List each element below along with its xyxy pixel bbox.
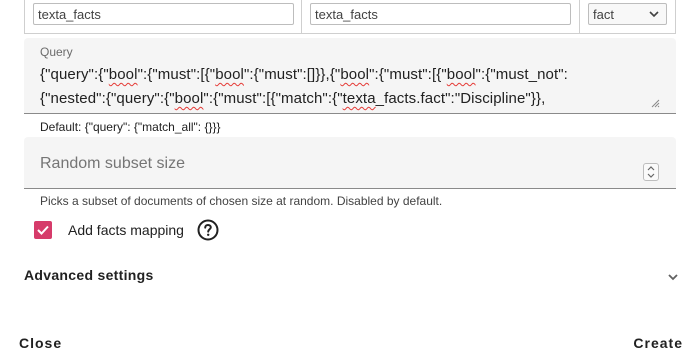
query-text[interactable]: {"query":{"bool":{"must":[{"bool":{"must… xyxy=(40,63,660,111)
spellcheck-word: texta xyxy=(342,90,376,107)
advanced-settings-title: Advanced settings xyxy=(24,267,154,283)
fact-type-select[interactable]: fact xyxy=(588,3,667,25)
query-default-hint: Default: {"query": {"match_all": {}}} xyxy=(40,120,221,134)
query-segment: _facts.fact":"Discipline"}}, xyxy=(375,90,546,107)
chevron-down-icon xyxy=(668,274,678,281)
facts-fields-row: fact xyxy=(24,0,676,34)
query-segment: ":{"must":[{" xyxy=(137,66,216,83)
spellcheck-word: bool xyxy=(215,66,244,83)
query-segment: ":{"must_not": xyxy=(475,66,568,83)
add-facts-mapping-checkbox[interactable] xyxy=(34,221,52,239)
spellcheck-word: bool xyxy=(108,66,138,83)
fact-field-input-1[interactable] xyxy=(33,3,294,25)
query-label: Query xyxy=(40,45,73,59)
resize-handle-icon[interactable] xyxy=(650,98,660,108)
fact-field-cell-1 xyxy=(25,0,302,33)
random-subset-hint: Picks a subset of documents of chosen si… xyxy=(40,194,443,208)
query-segment: ":{"must":[{"match":{" xyxy=(203,90,343,107)
advanced-settings-panel[interactable]: Advanced settings xyxy=(24,264,680,288)
chevron-down-icon xyxy=(649,11,659,18)
query-line-2: {"nested":{"query":{"bool":{"must":[{"ma… xyxy=(40,87,660,111)
fact-type-select-value: fact xyxy=(593,7,614,22)
random-subset-input[interactable]: Random subset size xyxy=(24,137,676,189)
query-segment: {"nested":{"query":{" xyxy=(40,90,175,107)
number-spinner[interactable] xyxy=(643,163,659,181)
close-button[interactable]: Close xyxy=(19,335,62,351)
add-facts-mapping-label[interactable]: Add facts mapping xyxy=(68,222,184,238)
spellcheck-word: bool xyxy=(340,66,370,83)
query-segment: ":{"must":[{" xyxy=(369,66,447,83)
query-segment: {"query":{" xyxy=(40,66,109,83)
spellcheck-word: bool xyxy=(174,90,204,107)
fact-field-cell-2 xyxy=(302,0,580,33)
checkmark-icon xyxy=(37,225,49,235)
query-segment: ":{"must":[]}},{" xyxy=(243,66,341,83)
spinner-arrows-icon xyxy=(647,166,655,178)
query-textarea[interactable]: Query {"query":{"bool":{"must":[{"bool":… xyxy=(24,38,676,114)
query-line-1: {"query":{"bool":{"must":[{"bool":{"must… xyxy=(40,63,660,87)
create-button[interactable]: Create xyxy=(633,335,683,351)
fact-field-input-2[interactable] xyxy=(310,3,571,25)
help-icon[interactable] xyxy=(197,219,219,241)
spellcheck-word: bool xyxy=(446,66,476,83)
random-subset-placeholder: Random subset size xyxy=(40,155,185,172)
fact-type-cell: fact xyxy=(580,0,676,33)
